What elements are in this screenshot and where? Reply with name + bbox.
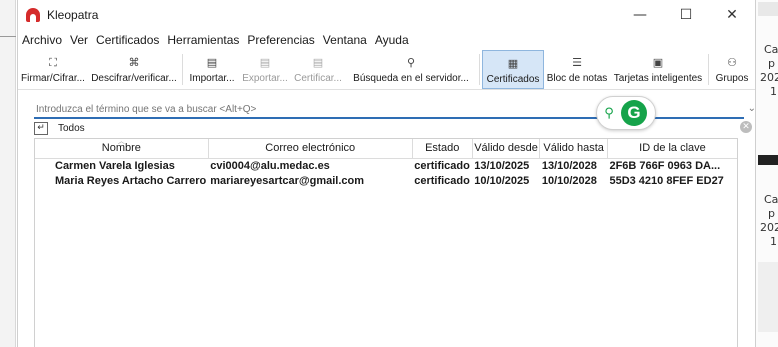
menu-ver[interactable]: Ver (66, 33, 92, 47)
groups-button[interactable]: ⚇ Grupos (711, 50, 753, 89)
toolbar: ⛶ Firmar/Cifrar... ⌘ Descifrar/verificar… (18, 50, 755, 90)
toolbar-separator (479, 54, 480, 85)
toolbar-label: Descifrar/verificar... (91, 73, 177, 84)
lightbulb-icon[interactable]: ⚲ (603, 106, 615, 121)
groups-icon: ⚇ (727, 55, 737, 69)
toolbar-separator (708, 54, 709, 85)
sort-arrow-icon: ︿ (117, 137, 125, 145)
toolbar-label: Importar... (189, 73, 235, 84)
table-row[interactable]: Maria Reyes Artacho Carrero mariareyesar… (35, 173, 737, 188)
cell-nombre: Carmen Varela Iglesias (55, 159, 175, 172)
certify-button[interactable]: ▤ Certificar... (291, 50, 345, 89)
close-button[interactable]: ✕ (709, 0, 755, 30)
background-text: 1 (770, 85, 777, 98)
certificates-button[interactable]: ▦ Certificados (482, 50, 544, 89)
menu-ayuda[interactable]: Ayuda (371, 33, 413, 47)
cell-valido-hasta: 13/10/2028 (541, 159, 597, 172)
certificates-icon: ▦ (507, 56, 519, 70)
background-window-left (0, 0, 16, 347)
certificates-table-grid: ︿ Nombre Correo electrónico Estado Válido… (35, 137, 737, 188)
column-header-email[interactable]: Correo electrónico (208, 139, 413, 159)
tab-todos[interactable]: Todos (58, 123, 85, 134)
background-text: p (768, 207, 775, 220)
toolbar-separator (182, 54, 183, 85)
menu-bar: Archivo Ver Certificados Herramientas Pr… (18, 30, 755, 50)
notepad-button[interactable]: ☰ Bloc de notas (544, 50, 610, 89)
cell-email: cvi0004@alu.medac.es (210, 159, 330, 172)
export-icon: ▤ (259, 55, 271, 69)
background-divider (0, 36, 16, 37)
toolbar-label: Certificar... (294, 73, 342, 84)
maximize-button[interactable]: ☐ (663, 0, 709, 30)
decrypt-icon: ⌘ (128, 55, 140, 69)
background-window-right: Ca p 202 1 Ca p 202 1 (755, 0, 778, 347)
cell-key-id: 55D3 4210 8FEF ED27 (609, 174, 724, 187)
import-icon: ▤ (206, 55, 218, 69)
certify-icon: ▤ (312, 55, 324, 69)
table-row[interactable]: Carmen Varela Iglesias cvi0004@alu.medac… (35, 158, 737, 173)
background-text: Ca (764, 193, 778, 206)
background-text: Ca (764, 43, 778, 56)
import-button[interactable]: ▤ Importar... (185, 50, 239, 89)
decrypt-verify-button[interactable]: ⌘ Descifrar/verificar... (88, 50, 180, 89)
column-header-key-id[interactable]: ID de la clave (607, 139, 737, 159)
cell-email: mariareyesartcar@gmail.com (210, 174, 365, 187)
table-header-row: ︿ Nombre Correo electrónico Estado Válido… (35, 137, 737, 159)
background-text: 202 (760, 221, 778, 234)
toolbar-label: Grupos (715, 73, 749, 84)
cell-estado: certificado (414, 159, 470, 172)
background-text: p (768, 57, 775, 70)
toolbar-label: Tarjetas inteligentes (613, 73, 703, 84)
background-thumbnail (758, 2, 778, 16)
menu-archivo[interactable]: Archivo (18, 33, 66, 47)
menu-preferencias[interactable]: Preferencias (243, 33, 318, 47)
toolbar-label: Búsqueda en el servidor... (353, 73, 469, 84)
toolbar-label: Certificados (486, 74, 540, 85)
cell-valido-desde: 13/10/2025 (474, 159, 530, 172)
chevron-down-icon[interactable]: ⌄ (748, 103, 756, 114)
sign-encrypt-icon: ⛶ (49, 55, 57, 69)
kleopatra-window: Kleopatra — ☐ ✕ Archivo Ver Certificados… (17, 0, 756, 347)
cell-valido-desde: 10/10/2025 (474, 174, 530, 187)
cell-estado: certificado (414, 174, 470, 187)
window-controls: — ☐ ✕ (617, 0, 755, 30)
window-title: Kleopatra (47, 8, 99, 22)
smartcards-button[interactable]: ▣ Tarjetas inteligentes (610, 50, 706, 89)
export-button[interactable]: ▤ Exportar... (239, 50, 291, 89)
server-search-button[interactable]: ⚲ Búsqueda en el servidor... (345, 50, 477, 89)
background-text: 202 (760, 71, 778, 84)
cell-key-id: 2F6B 766F 0963 DA... (609, 159, 721, 172)
column-header-valido-desde[interactable]: Válido desde (472, 139, 541, 159)
toolbar-label: Exportar... (242, 73, 288, 84)
background-text: 1 (770, 235, 777, 248)
toolbar-label: Bloc de notas (546, 73, 608, 84)
title-bar[interactable]: Kleopatra — ☐ ✕ (18, 0, 755, 30)
column-header-valido-hasta[interactable]: Válido hasta (539, 139, 608, 159)
search-icon: ⚲ (406, 55, 416, 69)
background-thumbnail (758, 262, 778, 332)
column-header-estado[interactable]: Estado (412, 139, 473, 159)
tab-bar: ↵ Todos ✕ (34, 120, 752, 136)
menu-herramientas[interactable]: Herramientas (163, 33, 243, 47)
cell-valido-hasta: 10/10/2028 (541, 174, 597, 187)
menu-certificados[interactable]: Certificados (92, 33, 163, 47)
new-tab-icon[interactable]: ↵ (34, 121, 48, 135)
kleopatra-logo-icon (26, 8, 40, 22)
notepad-icon: ☰ (572, 55, 582, 69)
minimize-button[interactable]: — (617, 0, 663, 30)
column-header-nombre[interactable]: ︿ Nombre (35, 137, 209, 159)
toolbar-label: Firmar/Cifrar... (21, 73, 85, 84)
smartcard-icon: ▣ (652, 55, 664, 69)
certificates-table: ︿ Nombre Correo electrónico Estado Válido… (34, 137, 738, 347)
sign-encrypt-button[interactable]: ⛶ Firmar/Cifrar... (18, 50, 88, 89)
search-input[interactable] (34, 103, 694, 115)
close-tab-icon[interactable]: ✕ (740, 121, 752, 133)
cell-nombre: Maria Reyes Artacho Carrero (55, 174, 207, 187)
background-thumbnail (758, 155, 778, 165)
menu-ventana[interactable]: Ventana (319, 33, 371, 47)
